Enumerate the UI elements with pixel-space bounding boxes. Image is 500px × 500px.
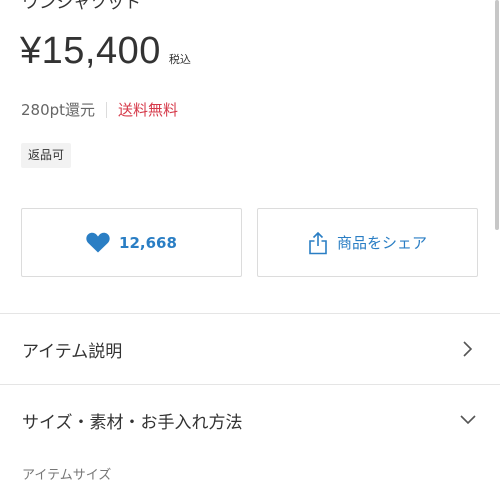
price: ¥15,400 (20, 30, 161, 72)
price-row: ¥15,400 税込 (20, 30, 191, 73)
tax-label: 税込 (168, 53, 191, 66)
item-description-label: アイテム説明 (22, 341, 123, 362)
size-material-care-label: サイズ・素材・お手入れ方法 (22, 412, 243, 433)
share-label: 商品をシェア (336, 234, 427, 252)
chevron-down-icon (458, 410, 478, 430)
like-count: 12,668 (119, 233, 177, 252)
share-button[interactable]: 商品をシェア (257, 208, 478, 277)
chevron-right-icon (458, 339, 478, 359)
item-description-row[interactable]: アイテム説明 (0, 314, 500, 384)
product-title: ワンシャツット (22, 0, 141, 13)
heart-icon (86, 232, 110, 253)
free-shipping-label: 送料無料 (118, 101, 179, 119)
returnable-badge: 返品可 (21, 143, 72, 168)
points-shipping-row: 280pt還元 送料無料 (21, 99, 178, 120)
divider (106, 101, 108, 118)
share-icon (309, 231, 327, 254)
item-size-heading: アイテムサイズ (22, 468, 112, 483)
size-material-care-row[interactable]: サイズ・素材・お手入れ方法 (0, 385, 500, 455)
points-reward: 280pt還元 (21, 101, 96, 119)
like-button[interactable]: 12,668 (21, 208, 242, 277)
scrollbar[interactable] (495, 0, 499, 230)
